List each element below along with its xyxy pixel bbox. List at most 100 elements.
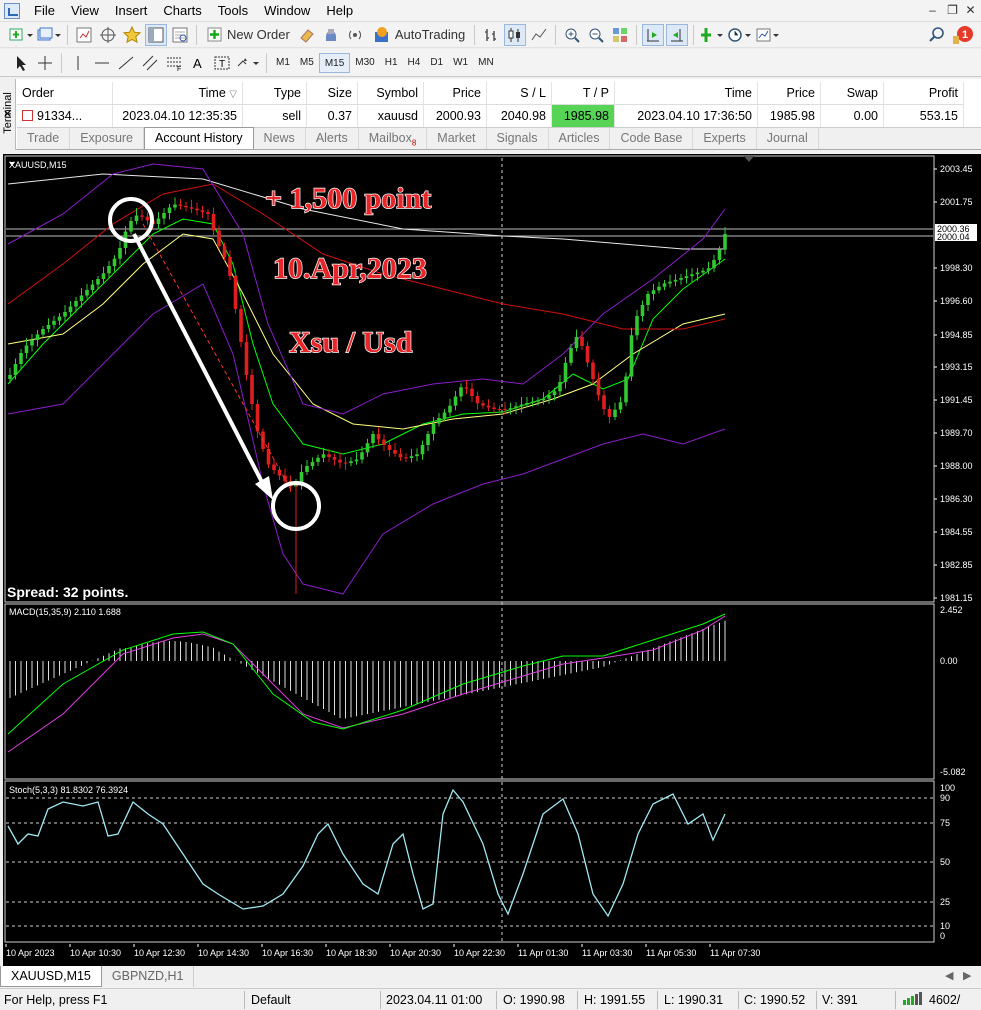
timeframe-m5[interactable]: M5: [295, 53, 319, 73]
tab-account-history[interactable]: Account History: [144, 127, 254, 149]
new-order-button[interactable]: New Order: [202, 24, 294, 46]
menu-file[interactable]: File: [26, 0, 63, 22]
text-tool-icon[interactable]: A: [187, 52, 209, 74]
col-order[interactable]: Order: [17, 82, 113, 104]
chart-symbol-label: XAUUSD,M15: [9, 160, 67, 170]
candle-body: [233, 276, 238, 309]
app-icon[interactable]: [4, 2, 20, 19]
horizontal-line-icon[interactable]: [91, 52, 113, 74]
market-watch-icon[interactable]: [73, 24, 95, 46]
tab-scroll-right-icon[interactable]: ▶: [963, 969, 971, 982]
timeframe-h4[interactable]: H4: [403, 53, 426, 73]
line-chart-icon[interactable]: [528, 24, 550, 46]
timeframe-mn[interactable]: MN: [473, 53, 499, 73]
col-price[interactable]: Price: [424, 82, 487, 104]
templates-icon[interactable]: [755, 24, 781, 46]
candle-body: [679, 278, 683, 280]
profiles-icon[interactable]: [36, 24, 62, 46]
zoom-out-icon[interactable]: [585, 24, 607, 46]
order-icon: [22, 110, 33, 121]
data-window-icon[interactable]: [97, 24, 119, 46]
fibonacci-icon[interactable]: F: [163, 52, 185, 74]
candle-chart-icon[interactable]: [504, 23, 527, 46]
tab-experts[interactable]: Experts: [693, 128, 757, 149]
tab-signals[interactable]: Signals: [487, 128, 549, 149]
notifications-icon[interactable]: 1: [951, 24, 975, 46]
menu-tools[interactable]: Tools: [210, 0, 256, 22]
bar-chart-icon[interactable]: [480, 24, 502, 46]
timeframe-m15[interactable]: M15: [318, 52, 351, 73]
tab-news[interactable]: News: [254, 128, 306, 149]
chart-shift-icon[interactable]: [666, 23, 689, 46]
zoom-in-icon[interactable]: [561, 24, 583, 46]
tab-trade[interactable]: Trade: [17, 128, 71, 149]
col-close-price[interactable]: Price: [758, 82, 821, 104]
cell-order-value: 91334...: [37, 109, 83, 123]
timeframe-m1[interactable]: M1: [271, 53, 295, 73]
tab-code-base[interactable]: Code Base: [610, 128, 694, 149]
equidistant-channel-icon[interactable]: [139, 52, 161, 74]
terminal-icon[interactable]: [145, 23, 167, 46]
vertical-line-icon[interactable]: [67, 52, 89, 74]
tile-windows-icon[interactable]: [609, 24, 631, 46]
status-profile[interactable]: Default: [251, 992, 291, 1008]
close-icon[interactable]: ✕: [962, 3, 979, 18]
minimize-icon[interactable]: –: [924, 3, 941, 18]
timeframe-m30[interactable]: M30: [350, 53, 379, 73]
col-time[interactable]: Time ▽: [113, 82, 243, 104]
new-chart-icon[interactable]: [8, 24, 34, 46]
chart-window[interactable]: XAUUSD,M15 Spread: 32 points. + 1,500 po…: [3, 154, 981, 966]
radio-icon[interactable]: [344, 24, 366, 46]
col-swap[interactable]: Swap: [821, 82, 884, 104]
menu-window[interactable]: Window: [256, 0, 318, 22]
metaeditor-icon[interactable]: [296, 24, 318, 46]
tab-mailbox[interactable]: Mailbox8: [359, 128, 428, 149]
col-size[interactable]: Size: [307, 82, 358, 104]
menu-charts[interactable]: Charts: [155, 0, 209, 22]
menu-insert[interactable]: Insert: [107, 0, 156, 22]
candle-body: [508, 408, 513, 410]
search-icon[interactable]: [926, 24, 948, 46]
indicators-icon[interactable]: [699, 24, 725, 46]
timeframe-d1[interactable]: D1: [425, 53, 448, 73]
cell-symbol: xauusd: [358, 105, 424, 128]
tab-alerts[interactable]: Alerts: [306, 128, 359, 149]
autoscroll-icon[interactable]: [642, 23, 665, 46]
timeframe-h1[interactable]: H1: [380, 53, 403, 73]
candle-body: [162, 213, 166, 219]
tab-journal[interactable]: Journal: [757, 128, 819, 149]
autotrading-button[interactable]: AutoTrading: [368, 24, 469, 46]
text-label-icon[interactable]: T: [211, 52, 233, 74]
col-type[interactable]: Type: [243, 82, 307, 104]
candle-body: [596, 379, 601, 396]
periods-icon[interactable]: [727, 24, 753, 46]
timeframe-w1[interactable]: W1: [448, 53, 473, 73]
menu-view[interactable]: View: [63, 0, 107, 22]
menu-help[interactable]: Help: [318, 0, 361, 22]
tab-scroll-left-icon[interactable]: ◀: [945, 969, 953, 982]
signals-icon[interactable]: [320, 24, 342, 46]
table-row[interactable]: 91334... 2023.04.10 12:35:35 sell 0.37 x…: [17, 105, 964, 128]
restore-icon[interactable]: ❐: [944, 3, 961, 18]
col-symbol[interactable]: Symbol: [358, 82, 424, 104]
tab-exposure[interactable]: Exposure: [70, 128, 145, 149]
navigator-icon[interactable]: [121, 24, 143, 46]
crosshair-icon[interactable]: [34, 52, 56, 74]
price-chart[interactable]: XAUUSD,M15 Spread: 32 points. + 1,500 po…: [3, 154, 981, 966]
col-close-time[interactable]: Time: [615, 82, 758, 104]
arrows-icon[interactable]: [235, 52, 261, 74]
candle-body: [668, 281, 672, 284]
candle-body: [459, 387, 463, 397]
strategy-tester-icon[interactable]: [169, 24, 191, 46]
candle-body: [101, 273, 106, 279]
candle-body: [701, 270, 705, 273]
cursor-icon[interactable]: [10, 52, 32, 74]
col-sl[interactable]: S / L: [487, 82, 552, 104]
tab-articles[interactable]: Articles: [549, 128, 611, 149]
col-tp[interactable]: T / P: [552, 82, 615, 104]
trendline-icon[interactable]: [115, 52, 137, 74]
chart-tab-xauusd[interactable]: XAUUSD,M15: [0, 966, 102, 987]
col-profit[interactable]: Profit: [884, 82, 964, 104]
tab-market[interactable]: Market: [427, 128, 487, 149]
chart-tab-gbpnzd[interactable]: GBPNZD,H1: [102, 966, 195, 987]
